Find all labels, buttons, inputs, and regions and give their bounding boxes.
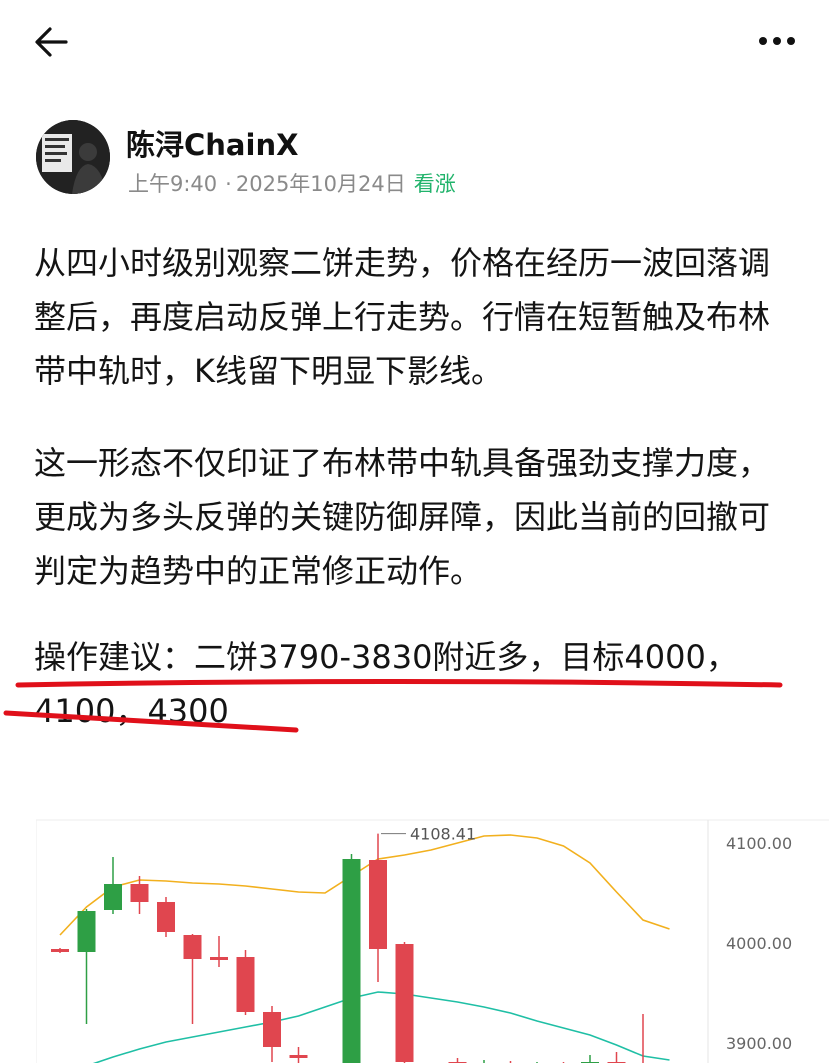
y-tick-label: 4000.00 [726,934,792,953]
candle-body [263,1012,281,1047]
bollinger-middle-band [92,991,670,1063]
max-price-label: 4108.41 [410,825,476,844]
candle-body [104,884,122,910]
meta-separator: · [225,172,232,196]
candle-body [289,1055,308,1058]
candle-body [342,859,361,1063]
post-date: 2025年10月24日 [235,172,406,196]
price-chart[interactable]: 4100.00 4000.00 3900.00 4108.41 [36,790,829,1063]
post-paragraph-2: 这一形态不仅印证了布林带中轨具备强劲支撑力度，更成为多头反弹的关键防御屏障，因此… [34,444,771,590]
candle-body [210,957,228,960]
candle-body [130,884,149,902]
candle-body [395,944,414,1062]
y-tick-label: 4100.00 [726,834,792,853]
post-paragraph-1: 从四小时级别观察二饼走势，价格在经历一波回落调整后，再度启动反弹上行走势。行情在… [34,244,771,390]
arrow-left-icon[interactable] [34,26,70,58]
candle-body [183,935,202,959]
candle-body [236,957,255,1012]
post-meta: 上午9:40 · 2025年10月24日 看涨 [128,168,456,198]
candlestick-chart: 4100.00 4000.00 3900.00 4108.41 [36,819,829,1063]
candle-body [51,949,69,952]
avatar[interactable] [36,120,110,194]
top-bar [0,0,829,90]
sentiment-tag[interactable]: 看涨 [414,172,456,196]
candle-body [77,911,96,952]
bollinger-upper-band [59,834,670,936]
y-tick-label: 3900.00 [726,1034,792,1053]
post-time: 上午9:40 [128,172,218,196]
candle-body [157,902,175,932]
more-horizontal-icon[interactable] [757,34,797,48]
author-name[interactable]: 陈浔ChainX [126,122,298,164]
candle-body [369,860,387,949]
post-paragraph-3: 操作建议：二饼3790-3830附近多，目标4000，4100，4300 [34,638,738,730]
avatar-image [36,120,110,194]
